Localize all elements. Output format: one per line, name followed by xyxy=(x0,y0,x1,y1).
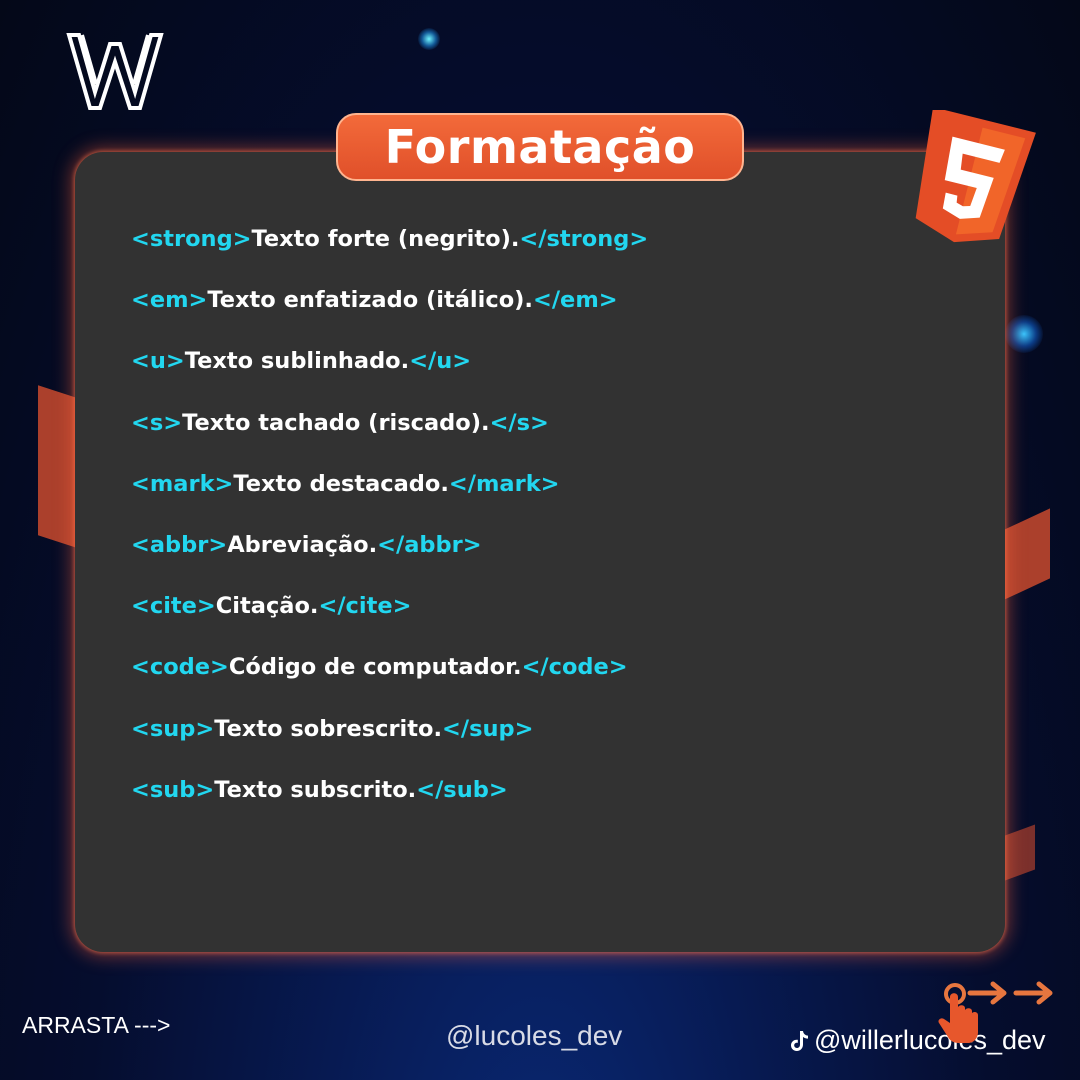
code-line: <code>Código de computador.</code> xyxy=(131,650,648,711)
html5-icon xyxy=(915,110,1036,243)
open-tag: <strong> xyxy=(131,226,252,252)
line-text: Código de computador. xyxy=(228,654,522,681)
close-tag: </em> xyxy=(532,287,618,314)
line-text: Texto enfatizado (itálico). xyxy=(207,287,533,314)
glow-dot-top xyxy=(418,28,440,50)
open-tag: <abbr> xyxy=(131,531,228,558)
code-line: <abbr>Abreviação.</abbr> xyxy=(131,528,648,589)
swipe-hint: ARRASTA ---> xyxy=(22,1012,171,1038)
open-tag: <code> xyxy=(131,654,229,681)
glow-dot-right xyxy=(1005,315,1043,353)
code-line: <sup>Texto sobrescrito.</sup> xyxy=(131,712,648,773)
code-line: <u>Texto sublinhado.</u> xyxy=(131,344,648,405)
open-tag: <sup> xyxy=(131,715,215,742)
code-line: <em>Texto enfatizado (itálico).</em> xyxy=(131,283,648,344)
close-tag: </cite> xyxy=(318,593,412,620)
line-text: Citação. xyxy=(215,593,319,620)
close-tag: </u> xyxy=(409,348,472,375)
line-text: Texto subscrito. xyxy=(214,776,417,803)
line-text: Texto sobrescrito. xyxy=(214,715,443,742)
open-tag: <em> xyxy=(131,287,208,314)
close-tag: </sup> xyxy=(442,715,534,742)
decor-shape-right-lower xyxy=(1005,824,1035,881)
open-tag: <s> xyxy=(131,409,183,436)
line-text: Texto forte (negrito). xyxy=(251,226,520,252)
open-tag: <sub> xyxy=(131,776,215,803)
close-tag: </s> xyxy=(489,409,549,436)
line-text: Texto sublinhado. xyxy=(184,348,410,375)
line-text: Texto destacado. xyxy=(233,470,449,497)
close-tag: </code> xyxy=(521,654,628,681)
line-text: Texto tachado (riscado). xyxy=(182,409,490,436)
code-line: <mark>Texto destacado.</mark> xyxy=(131,467,648,528)
close-tag: </mark> xyxy=(448,470,560,497)
line-text: Abreviação. xyxy=(227,531,378,558)
open-tag: <cite> xyxy=(131,593,216,620)
code-list: <strong>Texto forte (negrito).</strong> … xyxy=(131,222,648,834)
close-tag: </abbr> xyxy=(377,531,482,558)
close-tag: </sub> xyxy=(416,776,508,803)
instagram-handle[interactable]: @lucoles_dev xyxy=(446,1020,622,1052)
close-tag: </strong> xyxy=(519,226,649,252)
tiktok-icon xyxy=(791,1030,808,1051)
open-tag: <mark> xyxy=(131,470,234,497)
swipe-hand-icon xyxy=(938,981,1053,1043)
code-line: <s>Texto tachado (riscado).</s> xyxy=(131,406,648,467)
title-badge: Formatação xyxy=(336,113,744,181)
code-line: <cite>Citação.</cite> xyxy=(131,589,648,650)
page-title: Formatação xyxy=(384,120,696,174)
code-line: <strong>Texto forte (negrito).</strong> xyxy=(131,222,648,283)
w-logo-icon xyxy=(66,33,164,110)
decor-shape-right xyxy=(1000,508,1050,602)
open-tag: <u> xyxy=(131,348,185,375)
code-line: <sub>Texto subscrito.</sub> xyxy=(131,773,648,834)
